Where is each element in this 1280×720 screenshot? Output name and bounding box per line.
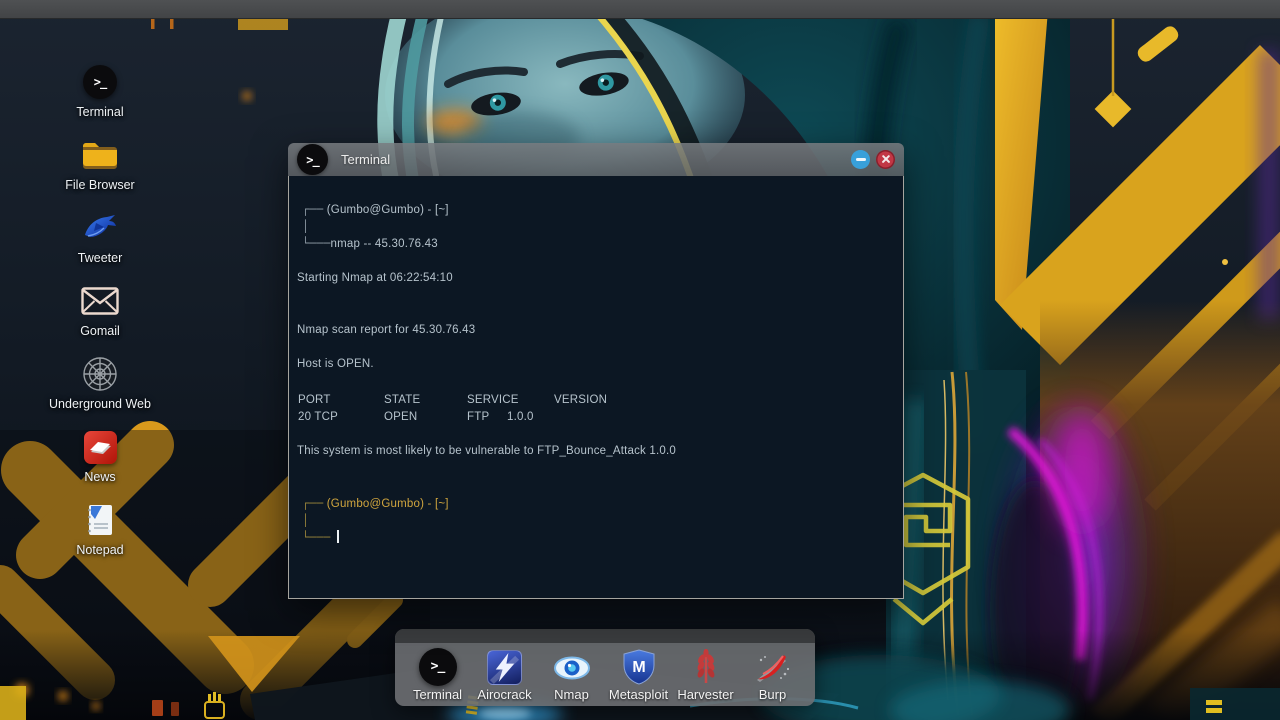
desktop-icon-list: >_ Terminal File Browser Tweeter Gomail …	[36, 59, 164, 570]
terminal-icon: >_	[83, 65, 117, 99]
val-version: 1.0.0	[507, 411, 534, 423]
col-version: VERSION	[554, 394, 608, 406]
dock-item-terminal[interactable]: >_ Terminal	[404, 643, 471, 706]
prompt-user: (Gumbo@Gumbo) - [~]	[326, 498, 449, 510]
dock: >_ Terminal Airocrack Nmap M Metasploit …	[395, 629, 815, 706]
desktop-icon-gomail[interactable]: Gomail	[36, 278, 164, 351]
prompt-tree: └───	[302, 236, 331, 250]
desktop-icon-file-browser[interactable]: File Browser	[36, 132, 164, 205]
terminal-output[interactable]: ┌── (Gumbo@Gumbo) - [~] │ └───nmap -- 45…	[288, 176, 904, 599]
prompt-tree: │	[302, 219, 310, 233]
prompt-tree: └───	[302, 530, 331, 544]
envelope-icon	[81, 287, 119, 315]
terminal-app-icon: >_	[297, 144, 328, 175]
dock-item-label: Nmap	[554, 687, 589, 702]
airocrack-icon	[487, 649, 522, 685]
desktop-icon-label: File Browser	[65, 178, 135, 192]
vulnerability-line: This system is most likely to be vulnera…	[297, 445, 676, 457]
web-emblem-icon	[83, 357, 117, 391]
close-button[interactable]	[876, 150, 895, 169]
val-state: OPEN	[384, 411, 418, 423]
prompt-line: ┌── (Gumbo@Gumbo) - [~]	[302, 495, 899, 511]
desktop-icon-news[interactable]: News	[36, 424, 164, 497]
prompt-line: ┌── (Gumbo@Gumbo) - [~]	[302, 201, 899, 217]
terminal-window: >_ Terminal ┌── (Gumbo@Gumbo) - [~] │ └─…	[288, 143, 904, 599]
prompt-line: │	[302, 218, 899, 234]
news-icon	[83, 430, 117, 464]
desktop-icon-label: Notepad	[76, 543, 124, 557]
folder-icon	[83, 143, 117, 169]
terminal-glyph: >_	[306, 152, 319, 167]
prompt-tree: ┌──	[302, 496, 324, 510]
metasploit-shield-icon: M	[623, 649, 654, 685]
col-service: SERVICE	[467, 394, 519, 406]
terminal-glyph: >_	[430, 659, 446, 674]
dock-handle[interactable]	[395, 629, 815, 643]
window-controls	[851, 150, 895, 169]
desktop-icon-notepad[interactable]: Notepad	[36, 497, 164, 570]
bird-icon	[85, 215, 116, 237]
val-service: FTP	[467, 411, 490, 423]
dock-item-label: Burp	[758, 687, 787, 702]
command-text: nmap -- 45.30.76.43	[330, 238, 438, 250]
output-line: Starting Nmap at 06:22:54:10	[297, 272, 453, 284]
desktop-icon-terminal[interactable]: >_ Terminal	[36, 59, 164, 132]
output-line: Host is OPEN.	[297, 358, 374, 370]
desktop-icon-label: Gomail	[80, 324, 120, 338]
metasploit-glyph: M	[632, 659, 645, 676]
table-row: 20 TCP OPEN FTP 1.0.0	[297, 409, 899, 425]
command-line: └───nmap -- 45.30.76.43	[302, 235, 899, 251]
desktop-icon-underground-web[interactable]: Underground Web	[36, 351, 164, 424]
prompt-line: │	[302, 512, 899, 528]
harvester-wheat-icon	[697, 649, 714, 683]
window-title: Terminal	[341, 152, 391, 167]
col-port: PORT	[298, 394, 331, 406]
notepad-icon	[88, 505, 112, 535]
prompt-tree: ┌──	[302, 202, 324, 216]
dock-item-label: Terminal	[412, 687, 463, 702]
dock-item-label: Harvester	[677, 687, 734, 702]
desktop-icon-label: News	[84, 470, 116, 484]
col-state: STATE	[384, 394, 421, 406]
output-line: Nmap scan report for 45.30.76.43	[297, 324, 476, 336]
desktop-icon-tweeter[interactable]: Tweeter	[36, 205, 164, 278]
dock-item-burp[interactable]: Burp	[739, 643, 806, 706]
minimize-button[interactable]	[851, 150, 870, 169]
terminal-titlebar[interactable]: >_ Terminal	[288, 143, 904, 176]
prompt-tree: │	[302, 513, 310, 527]
desktop-icon-label: Tweeter	[77, 251, 123, 265]
dock-item-nmap[interactable]: Nmap	[538, 643, 605, 706]
text-cursor	[336, 530, 339, 543]
dock-item-list: >_ Terminal Airocrack Nmap M Metasploit …	[403, 643, 807, 706]
dock-item-label: Metasploit	[608, 687, 669, 702]
nmap-eye-icon	[553, 656, 590, 679]
terminal-icon: >_	[418, 648, 457, 686]
desktop-icon-label: Underground Web	[49, 397, 151, 411]
burp-swoosh-icon	[756, 655, 789, 682]
terminal-glyph: >_	[93, 75, 107, 89]
desktop-icon-label: Terminal	[76, 105, 124, 119]
top-bar	[0, 0, 1280, 19]
val-port: 20 TCP	[298, 411, 338, 423]
dock-item-harvester[interactable]: Harvester	[672, 643, 739, 706]
dock-item-metasploit[interactable]: M Metasploit	[605, 643, 672, 706]
prompt-input-line: └───	[302, 529, 899, 545]
dock-item-label: Airocrack	[477, 687, 532, 702]
prompt-user: (Gumbo@Gumbo) - [~]	[326, 204, 449, 216]
dock-item-airocrack[interactable]: Airocrack	[471, 643, 538, 706]
table-header-row: PORT STATE SERVICE VERSION	[297, 392, 899, 408]
